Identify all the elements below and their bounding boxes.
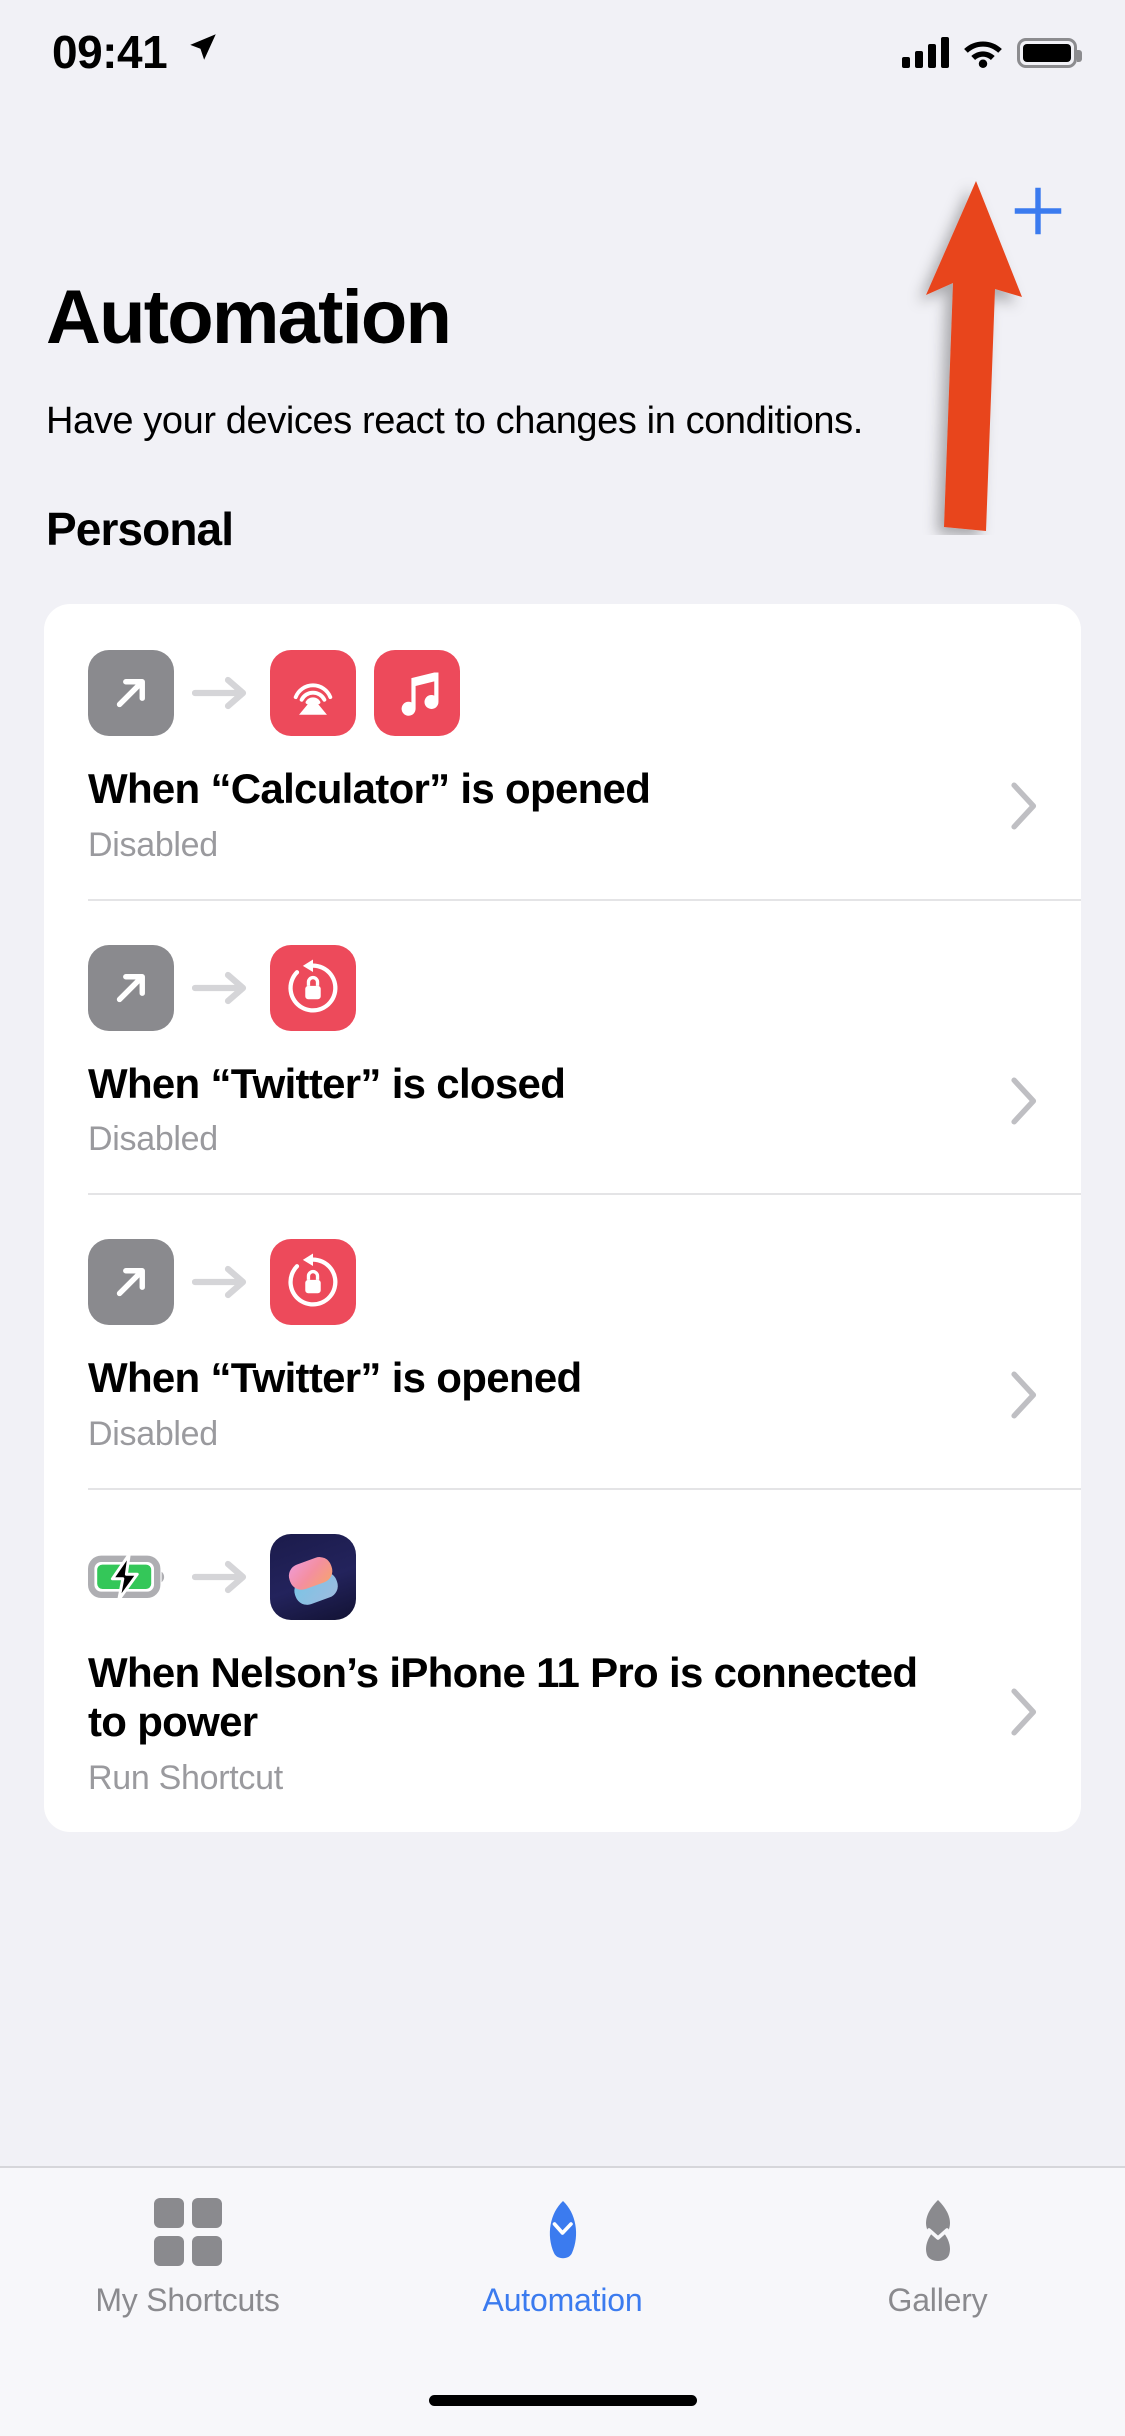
section-header-personal: Personal — [46, 503, 234, 555]
wifi-icon — [964, 41, 1002, 68]
automation-title: When “Twitter” is closed — [88, 1059, 566, 1107]
plus-icon — [1014, 187, 1062, 235]
automation-title: When “Twitter” is opened — [88, 1354, 582, 1402]
status-bar: 09:41 — [0, 0, 1125, 132]
location-arrow-icon — [190, 34, 216, 60]
automation-icons — [88, 1533, 1037, 1620]
tab-label: My Shortcuts — [95, 2282, 280, 2318]
app-opened-icon — [88, 1239, 174, 1326]
flow-arrow-icon — [174, 945, 270, 1031]
flow-arrow-icon — [174, 650, 270, 736]
automation-list-card: When “Calculator” is opened Disabled Whe… — [44, 604, 1081, 1832]
airplay-icon — [270, 650, 356, 736]
automation-check-icon — [528, 2196, 598, 2268]
automation-status: Disabled — [88, 1120, 218, 1159]
automation-status: Run Shortcut — [88, 1758, 283, 1797]
flow-arrow-icon — [174, 1239, 270, 1325]
table-row[interactable]: When “Twitter” is opened Disabled — [44, 1193, 1081, 1488]
table-row[interactable]: When “Twitter” is closed Disabled — [44, 898, 1081, 1194]
chevron-right-icon — [1011, 1688, 1037, 1736]
tab-label: Gallery — [887, 2282, 988, 2318]
battery-full-icon — [1017, 38, 1082, 68]
cellular-bars-icon — [902, 36, 949, 68]
rotation-lock-icon — [270, 1239, 356, 1326]
phone-screen: 09:41 Automation Have your devices react… — [0, 0, 1125, 2436]
gallery-stack-icon — [902, 2196, 974, 2268]
add-automation-button[interactable] — [995, 168, 1081, 254]
table-row[interactable]: When “Calculator” is opened Disabled — [44, 604, 1081, 899]
automation-status: Disabled — [88, 1414, 218, 1453]
automation-title: When Nelson’s iPhone 11 Pro is connected… — [88, 1648, 918, 1746]
automation-icons — [88, 944, 1037, 1031]
app-opened-icon — [88, 944, 174, 1031]
grid-squares-icon — [153, 2196, 222, 2268]
home-indicator — [428, 2395, 697, 2406]
tab-gallery[interactable]: Gallery — [750, 2168, 1125, 2358]
music-note-icon — [374, 650, 460, 736]
chevron-right-icon — [1011, 1077, 1037, 1125]
automation-icons — [88, 650, 1037, 736]
tab-my-shortcuts[interactable]: My Shortcuts — [0, 2168, 375, 2358]
page-title: Automation — [46, 275, 452, 360]
tab-bar: My Shortcuts Automation Gallery — [0, 2166, 1125, 2436]
annotation-arrow — [926, 181, 1022, 531]
flow-arrow-icon — [174, 1534, 270, 1620]
tab-automation[interactable]: Automation — [375, 2168, 750, 2358]
battery-charging-icon — [88, 1534, 174, 1620]
table-row[interactable]: When Nelson’s iPhone 11 Pro is connected… — [44, 1487, 1081, 1832]
automation-status: Disabled — [88, 825, 218, 864]
automation-icons — [88, 1239, 1037, 1326]
tab-label: Automation — [482, 2282, 643, 2318]
page-subtitle: Have your devices react to changes in co… — [46, 400, 863, 442]
automation-title: When “Calculator” is opened — [88, 765, 651, 812]
status-bar-indicators — [902, 28, 1082, 68]
status-bar-time: 09:41 — [52, 26, 168, 78]
app-opened-icon — [88, 650, 174, 736]
shortcuts-app-icon — [270, 1533, 356, 1620]
chevron-right-icon — [1011, 782, 1037, 830]
chevron-right-icon — [1011, 1371, 1037, 1419]
rotation-lock-icon — [270, 944, 356, 1031]
